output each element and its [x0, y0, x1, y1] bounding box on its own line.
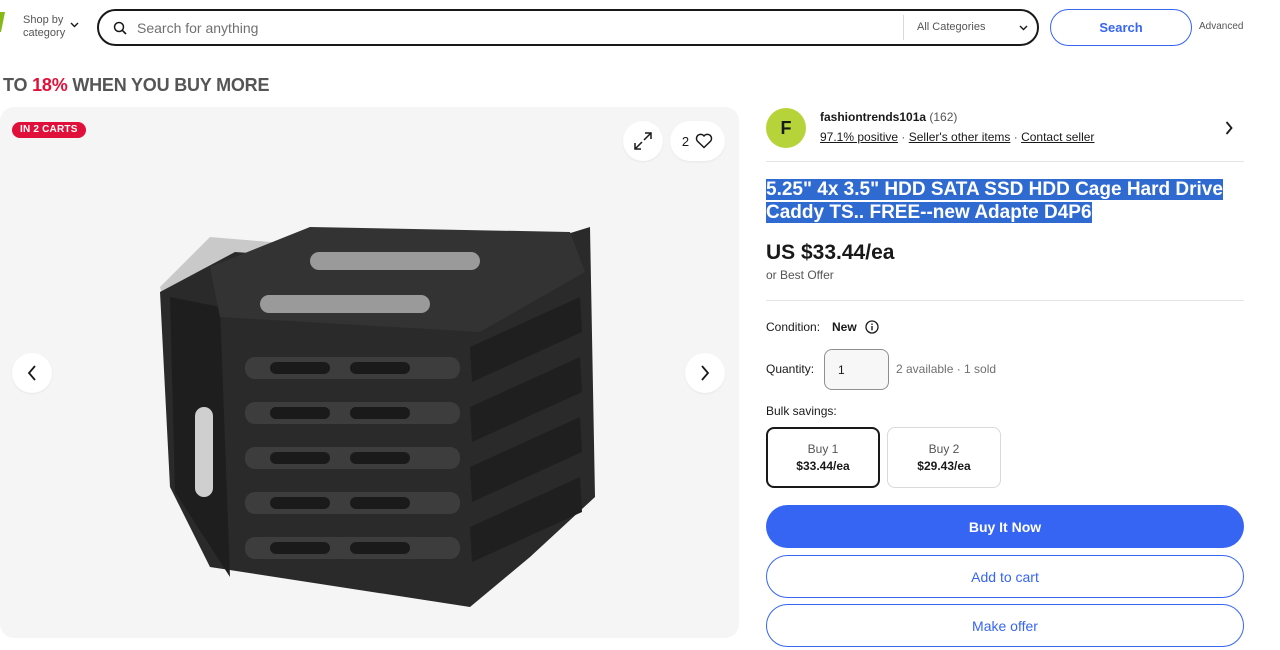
- product-image-gallery[interactable]: IN 2 CARTS 2: [0, 107, 739, 638]
- chevron-down-icon[interactable]: [1019, 25, 1028, 31]
- chevron-left-icon: [27, 365, 36, 381]
- watch-button[interactable]: 2: [670, 121, 725, 161]
- expand-icon: [634, 132, 652, 150]
- seller-links: 97.1% positive · Seller's other items · …: [820, 130, 1094, 144]
- bulk-option-qty: Buy 2: [928, 442, 960, 456]
- shop-by-category[interactable]: Shop by category: [23, 14, 65, 40]
- product-image: [160, 227, 595, 607]
- seller-avatar[interactable]: F: [766, 108, 806, 148]
- divider: [766, 161, 1244, 162]
- search-icon: [113, 21, 127, 35]
- bulk-option-buy-1[interactable]: Buy 1 $33.44/ea: [766, 427, 880, 488]
- listing-price: US $33.44/ea: [766, 241, 895, 264]
- contact-seller-link[interactable]: Contact seller: [1021, 130, 1094, 144]
- seller-feedback-count: (162): [929, 110, 958, 124]
- best-offer-note: or Best Offer: [766, 268, 834, 282]
- promo-prefix: TO: [3, 75, 33, 95]
- bulk-option-price: $33.44/ea: [796, 459, 850, 473]
- divider: [766, 300, 1244, 301]
- bulk-savings-label: Bulk savings:: [766, 404, 837, 418]
- promo-suffix: WHEN YOU BUY MORE: [67, 75, 270, 95]
- chevron-right-icon[interactable]: [1225, 121, 1233, 135]
- listing-title-text: 5.25" 4x 3.5" HDD SATA SSD HDD Cage Hard…: [766, 179, 1223, 223]
- seller-name-row: fashiontrends101a (162): [820, 110, 957, 124]
- condition-value: New: [832, 320, 857, 334]
- search-bar: All Categories: [97, 9, 1039, 46]
- availability-text: 2 available · 1 sold: [896, 362, 997, 376]
- chevron-down-icon[interactable]: [70, 22, 79, 28]
- shop-by-line1: Shop by: [23, 14, 64, 26]
- search-input[interactable]: [137, 14, 897, 41]
- advanced-search-link[interactable]: Advanced: [1199, 21, 1243, 32]
- previous-image-button[interactable]: [12, 353, 52, 393]
- ebay-logo-fragment[interactable]: [0, 10, 8, 34]
- expand-image-button[interactable]: [623, 121, 663, 161]
- in-carts-badge: IN 2 CARTS: [12, 122, 86, 138]
- quantity-label: Quantity:: [766, 362, 815, 376]
- condition-label: Condition:: [766, 320, 821, 334]
- promo-banner: TO 18% WHEN YOU BUY MORE: [3, 75, 269, 96]
- watch-count: 2: [681, 133, 690, 149]
- make-offer-button[interactable]: Make offer: [766, 604, 1244, 647]
- heart-icon: [695, 133, 713, 149]
- bulk-option-price: $29.43/ea: [917, 459, 971, 473]
- seller-positive-link[interactable]: 97.1% positive: [820, 130, 898, 144]
- search-divider: [903, 15, 904, 40]
- add-to-cart-button[interactable]: Add to cart: [766, 555, 1244, 598]
- search-button[interactable]: Search: [1050, 9, 1192, 46]
- seller-other-items-link[interactable]: Seller's other items: [909, 130, 1011, 144]
- category-select[interactable]: All Categories: [917, 21, 985, 33]
- bulk-option-qty: Buy 1: [807, 442, 839, 456]
- info-icon[interactable]: [865, 320, 879, 334]
- bulk-option-buy-2[interactable]: Buy 2 $29.43/ea: [887, 427, 1001, 488]
- promo-percent: 18%: [32, 75, 68, 95]
- seller-name[interactable]: fashiontrends101a: [820, 110, 926, 124]
- quantity-input[interactable]: [824, 349, 889, 390]
- next-image-button[interactable]: [685, 353, 725, 393]
- listing-title: 5.25" 4x 3.5" HDD SATA SSD HDD Cage Hard…: [766, 178, 1236, 224]
- chevron-right-icon: [701, 365, 710, 381]
- shop-by-line2: category: [23, 27, 66, 39]
- buy-it-now-button[interactable]: Buy It Now: [766, 505, 1244, 548]
- separator: ·: [898, 130, 909, 144]
- separator: ·: [1010, 130, 1022, 144]
